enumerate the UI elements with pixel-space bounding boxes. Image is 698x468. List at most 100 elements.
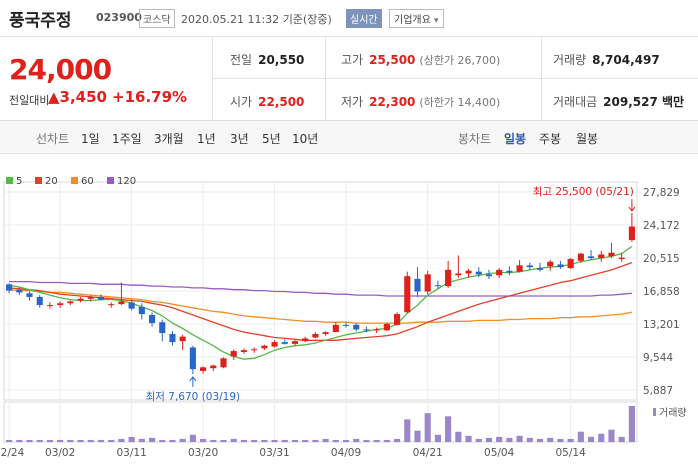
x-tick-label: 04/09 [331, 447, 361, 459]
realtime-button[interactable]: 실시간 [346, 9, 382, 28]
company-info-dropdown[interactable]: 기업개요 ▾ [389, 9, 444, 28]
volume-bar [97, 439, 105, 442]
candle-body [567, 259, 574, 269]
tab-5y[interactable]: 5년 [262, 130, 281, 147]
volume-bar [159, 439, 166, 442]
volume-bar [281, 439, 288, 442]
candle-body [138, 306, 145, 315]
volume-bar [46, 439, 54, 442]
legend-swatch [107, 177, 114, 184]
stock-code: 023900 [96, 11, 142, 24]
tab-1d[interactable]: 1일 [81, 130, 100, 147]
volume-bar [608, 429, 615, 442]
volume-bar [271, 439, 278, 442]
candle-body [475, 271, 482, 275]
volume-bar [240, 439, 247, 442]
volume-legend-swatch [653, 408, 656, 416]
change-percent: +16.79% [112, 88, 188, 106]
tab-1y[interactable]: 1년 [197, 130, 216, 147]
low-annotation: 최저 7,670 (03/19) [146, 391, 241, 403]
x-tick-label: 05/14 [556, 447, 587, 459]
candle-body [291, 341, 299, 344]
volume-bar [210, 439, 217, 442]
candle-body [628, 226, 635, 241]
chevron-down-icon: ▾ [434, 16, 439, 26]
legend-swatch [71, 177, 78, 184]
divider [213, 78, 698, 79]
candle-body [210, 365, 217, 369]
volume-bar [394, 438, 401, 442]
volume-bar [332, 439, 339, 442]
volume-bar [261, 439, 268, 442]
candle-chart-label: 봉차트 [458, 132, 492, 146]
volume-bar [536, 438, 544, 442]
y-tick-label: 5,887 [643, 385, 673, 397]
volume-bar [118, 438, 125, 442]
candle-body [577, 253, 584, 261]
candle-body [128, 302, 135, 309]
candle-body [363, 329, 370, 331]
candle-body [322, 332, 329, 334]
moving-average-60 [9, 289, 633, 324]
y-tick-label: 27,829 [643, 187, 680, 199]
tab-3m[interactable]: 3개월 [154, 130, 184, 147]
x-tick-label: 03/20 [188, 447, 218, 459]
volume-bar [36, 439, 43, 442]
volume-bar [587, 436, 595, 442]
volume-bar [353, 438, 360, 442]
tab-1w[interactable]: 1주일 [112, 130, 142, 147]
candle-body [261, 345, 268, 349]
volume-bar [26, 439, 33, 442]
tab-daily[interactable]: 일봉 [504, 130, 526, 147]
market-badge: 코스닥 [139, 9, 175, 28]
price-chart: 27,829 24,172 20,515 16,858 13,201 9,544 5,887… [0, 176, 687, 459]
candle-body [6, 284, 13, 291]
candle-body [189, 347, 196, 370]
moving-average-20 [9, 261, 633, 341]
volume-bar [230, 438, 237, 442]
candle-body [342, 324, 350, 326]
legend-label: 20 [45, 176, 58, 187]
candle-body [179, 336, 186, 342]
candle-body [587, 256, 595, 259]
stock-name: 풍국주정 [9, 11, 72, 31]
candle-body [148, 314, 156, 324]
candle-body [271, 342, 278, 347]
candle-body [251, 349, 258, 351]
volume-bar [383, 439, 390, 442]
volume-bar [547, 437, 554, 442]
candle-body [526, 265, 533, 268]
volume-bar [363, 439, 370, 442]
volume-bar [128, 436, 135, 442]
legend-swatch [6, 177, 13, 184]
current-price: 24,000 [9, 53, 112, 86]
line-chart-label: 선차트 [36, 132, 70, 146]
candle-body [434, 285, 441, 287]
candle-body [67, 301, 74, 304]
candle-body [77, 298, 84, 301]
candle-body [118, 301, 125, 305]
change-amount: ▲3,450 [48, 88, 107, 106]
prev-close: 전일 20,550 [230, 53, 305, 67]
volume-plot-frame [3, 401, 638, 443]
volume-bar [445, 416, 452, 442]
candle-body [598, 254, 605, 259]
candle-body [230, 351, 237, 357]
candle-body [618, 257, 625, 260]
trade-amount: 거래대금 209,527 백만 [553, 95, 685, 109]
candle-body [424, 274, 431, 292]
volume-bar [506, 437, 513, 442]
candle-body [496, 269, 503, 276]
tab-monthly[interactable]: 월봉 [576, 130, 598, 147]
tab-10y[interactable]: 10년 [292, 130, 318, 147]
tab-3y[interactable]: 3년 [230, 130, 249, 147]
volume-legend-label: 거래량 [659, 407, 687, 419]
candle-body [200, 367, 207, 371]
candle-body [159, 322, 166, 334]
candle-body [414, 278, 421, 292]
tab-weekly[interactable]: 주봉 [539, 130, 561, 147]
volume-bar [16, 439, 23, 442]
x-tick-label: 03/31 [259, 447, 289, 459]
volume-bar [485, 437, 493, 442]
volume-bar [291, 439, 299, 442]
